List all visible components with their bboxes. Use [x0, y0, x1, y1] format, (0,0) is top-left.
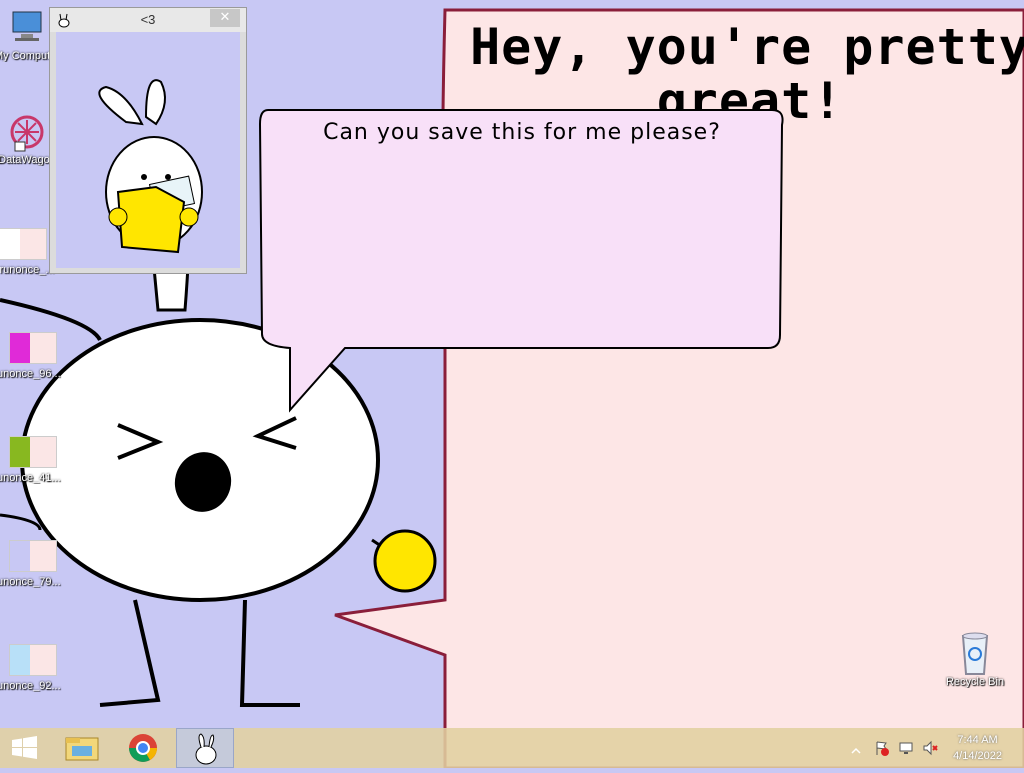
clock-time: 7:44 AM	[957, 734, 998, 746]
start-button[interactable]	[0, 728, 54, 768]
bunny-window[interactable]: <3 ✕	[49, 7, 247, 274]
desktop-icon-label: runonce_92...	[0, 680, 61, 692]
runonce-file-icon	[0, 326, 57, 366]
chrome-button[interactable]	[116, 728, 170, 768]
action-center-flag-icon[interactable]	[874, 740, 890, 756]
close-button[interactable]: ✕	[210, 9, 240, 27]
file-explorer-button[interactable]	[56, 728, 110, 768]
desktop-icon-recycle-bin[interactable]: Recycle Bin	[936, 630, 1014, 688]
desktop-icon-runonce-79[interactable]: runonce_79...	[0, 534, 66, 588]
show-hidden-icons-icon[interactable]	[850, 742, 866, 758]
desktop-icon-runonce-41[interactable]: runonce_41...	[0, 430, 66, 484]
recycle-bin-icon	[951, 630, 999, 675]
desktop-icon-runonce-92[interactable]: runonce_92...	[0, 638, 66, 692]
clock-date: 4/14/2022	[953, 750, 1002, 762]
desktop-icon-label: runonce_96...	[0, 368, 61, 380]
desktop-icon-runonce-96[interactable]: runonce_96...	[0, 326, 66, 380]
bunny-holding-folder-image	[56, 32, 240, 268]
desktop-icon-label: runonce_41...	[0, 472, 61, 484]
volume-muted-icon[interactable]	[922, 740, 938, 756]
speech-bubble-text: Can you save this for me please?	[323, 120, 721, 145]
runonce-file-icon	[0, 534, 57, 574]
clock[interactable]: 7:44 AM 4/14/2022	[953, 732, 1002, 764]
datawagon-shortcut-icon	[3, 112, 51, 152]
bunny-app-taskbar-button[interactable]	[176, 728, 234, 768]
desktop-icon-label: runonce_79...	[0, 576, 61, 588]
window-titlebar[interactable]: <3 ✕	[50, 8, 246, 32]
computer-icon	[3, 8, 51, 48]
taskbar: 7:44 AM 4/14/2022	[0, 728, 1024, 768]
network-icon[interactable]	[898, 740, 914, 756]
runonce-file-icon	[0, 638, 57, 678]
runonce-file-icon	[0, 430, 57, 470]
